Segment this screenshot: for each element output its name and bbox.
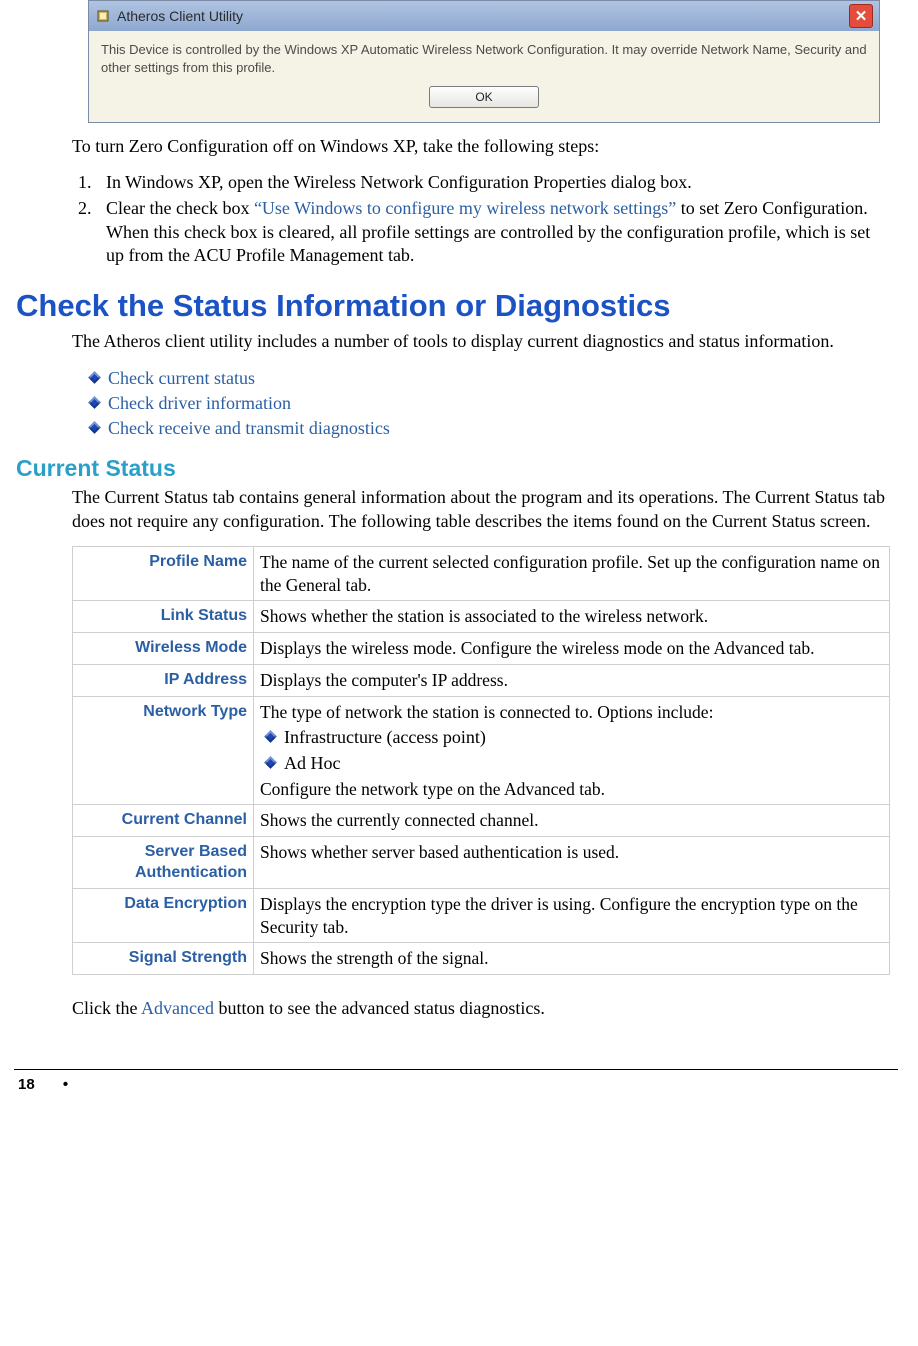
sub-paragraph: The Current Status tab contains general … bbox=[72, 486, 890, 534]
closing-suffix: button to see the advanced status diagno… bbox=[214, 998, 545, 1018]
link-list: Check current status Check driver inform… bbox=[72, 366, 890, 442]
atheros-dialog: Atheros Client Utility ✕ This Device is … bbox=[88, 0, 880, 123]
row-desc: The type of network the station is conne… bbox=[254, 696, 890, 805]
row-label: Current Channel bbox=[73, 805, 254, 837]
table-row: Link Status Shows whether the station is… bbox=[73, 601, 890, 633]
row-desc: Displays the wireless mode. Configure th… bbox=[254, 633, 890, 665]
close-icon[interactable]: ✕ bbox=[849, 4, 873, 28]
heading-current-status: Current Status bbox=[16, 455, 898, 482]
step-2-quoted: “Use Windows to configure my wireless ne… bbox=[254, 198, 676, 218]
row-desc: Shows whether the station is associated … bbox=[254, 601, 890, 633]
row-desc: Displays the computer's IP address. bbox=[254, 664, 890, 696]
link-check-diagnostics[interactable]: Check receive and transmit diagnostics bbox=[90, 416, 890, 441]
status-table: Profile Name The name of the current sel… bbox=[72, 546, 890, 975]
link-check-current-status[interactable]: Check current status bbox=[90, 366, 890, 391]
table-row: IP Address Displays the computer's IP ad… bbox=[73, 664, 890, 696]
table-row: Server Based Authentication Shows whethe… bbox=[73, 837, 890, 889]
row-label: IP Address bbox=[73, 664, 254, 696]
row-label: Data Encryption bbox=[73, 888, 254, 943]
network-type-options: Infrastructure (access point) Ad Hoc bbox=[260, 725, 883, 775]
link-check-driver-information[interactable]: Check driver information bbox=[90, 391, 890, 416]
network-type-intro: The type of network the station is conne… bbox=[260, 702, 713, 722]
row-desc: The name of the current selected configu… bbox=[254, 546, 890, 601]
footer-bullet: • bbox=[63, 1076, 68, 1093]
table-row: Profile Name The name of the current sel… bbox=[73, 546, 890, 601]
table-row: Current Channel Shows the currently conn… bbox=[73, 805, 890, 837]
closing-prefix: Click the bbox=[72, 998, 141, 1018]
row-label: Profile Name bbox=[73, 546, 254, 601]
heading-check-status: Check the Status Information or Diagnost… bbox=[16, 288, 898, 324]
row-label: Link Status bbox=[73, 601, 254, 633]
row-label: Server Based Authentication bbox=[73, 837, 254, 889]
table-row: Signal Strength Shows the strength of th… bbox=[73, 943, 890, 975]
main-paragraph: The Atheros client utility includes a nu… bbox=[72, 330, 890, 354]
network-type-outro: Configure the network type on the Advanc… bbox=[260, 779, 605, 799]
step-1: In Windows XP, open the Wireless Network… bbox=[96, 171, 890, 195]
row-desc: Displays the encryption type the driver … bbox=[254, 888, 890, 943]
option-infrastructure: Infrastructure (access point) bbox=[266, 725, 883, 750]
advanced-link[interactable]: Advanced bbox=[141, 998, 214, 1018]
steps-list: In Windows XP, open the Wireless Network… bbox=[72, 171, 890, 268]
step-2-prefix: Clear the check box bbox=[106, 198, 254, 218]
table-row: Wireless Mode Displays the wireless mode… bbox=[73, 633, 890, 665]
row-label: Signal Strength bbox=[73, 943, 254, 975]
table-row: Network Type The type of network the sta… bbox=[73, 696, 890, 805]
closing-paragraph: Click the Advanced button to see the adv… bbox=[72, 997, 890, 1021]
row-label: Wireless Mode bbox=[73, 633, 254, 665]
table-row: Data Encryption Displays the encryption … bbox=[73, 888, 890, 943]
row-label: Network Type bbox=[73, 696, 254, 805]
ok-button[interactable]: OK bbox=[429, 86, 539, 108]
dialog-titlebar: Atheros Client Utility ✕ bbox=[89, 1, 879, 31]
step-2: Clear the check box “Use Windows to conf… bbox=[96, 197, 890, 268]
dialog-title: Atheros Client Utility bbox=[117, 8, 243, 24]
page-number: 18 bbox=[18, 1076, 35, 1093]
intro-paragraph: To turn Zero Configuration off on Window… bbox=[72, 135, 890, 159]
dialog-message: This Device is controlled by the Windows… bbox=[101, 42, 867, 75]
dialog-body: This Device is controlled by the Windows… bbox=[89, 31, 879, 122]
row-desc: Shows the strength of the signal. bbox=[254, 943, 890, 975]
app-icon bbox=[95, 8, 111, 24]
option-adhoc: Ad Hoc bbox=[266, 751, 883, 776]
page-footer: 18 • bbox=[14, 1069, 898, 1111]
row-desc: Shows whether server based authenticatio… bbox=[254, 837, 890, 889]
row-desc: Shows the currently connected channel. bbox=[254, 805, 890, 837]
